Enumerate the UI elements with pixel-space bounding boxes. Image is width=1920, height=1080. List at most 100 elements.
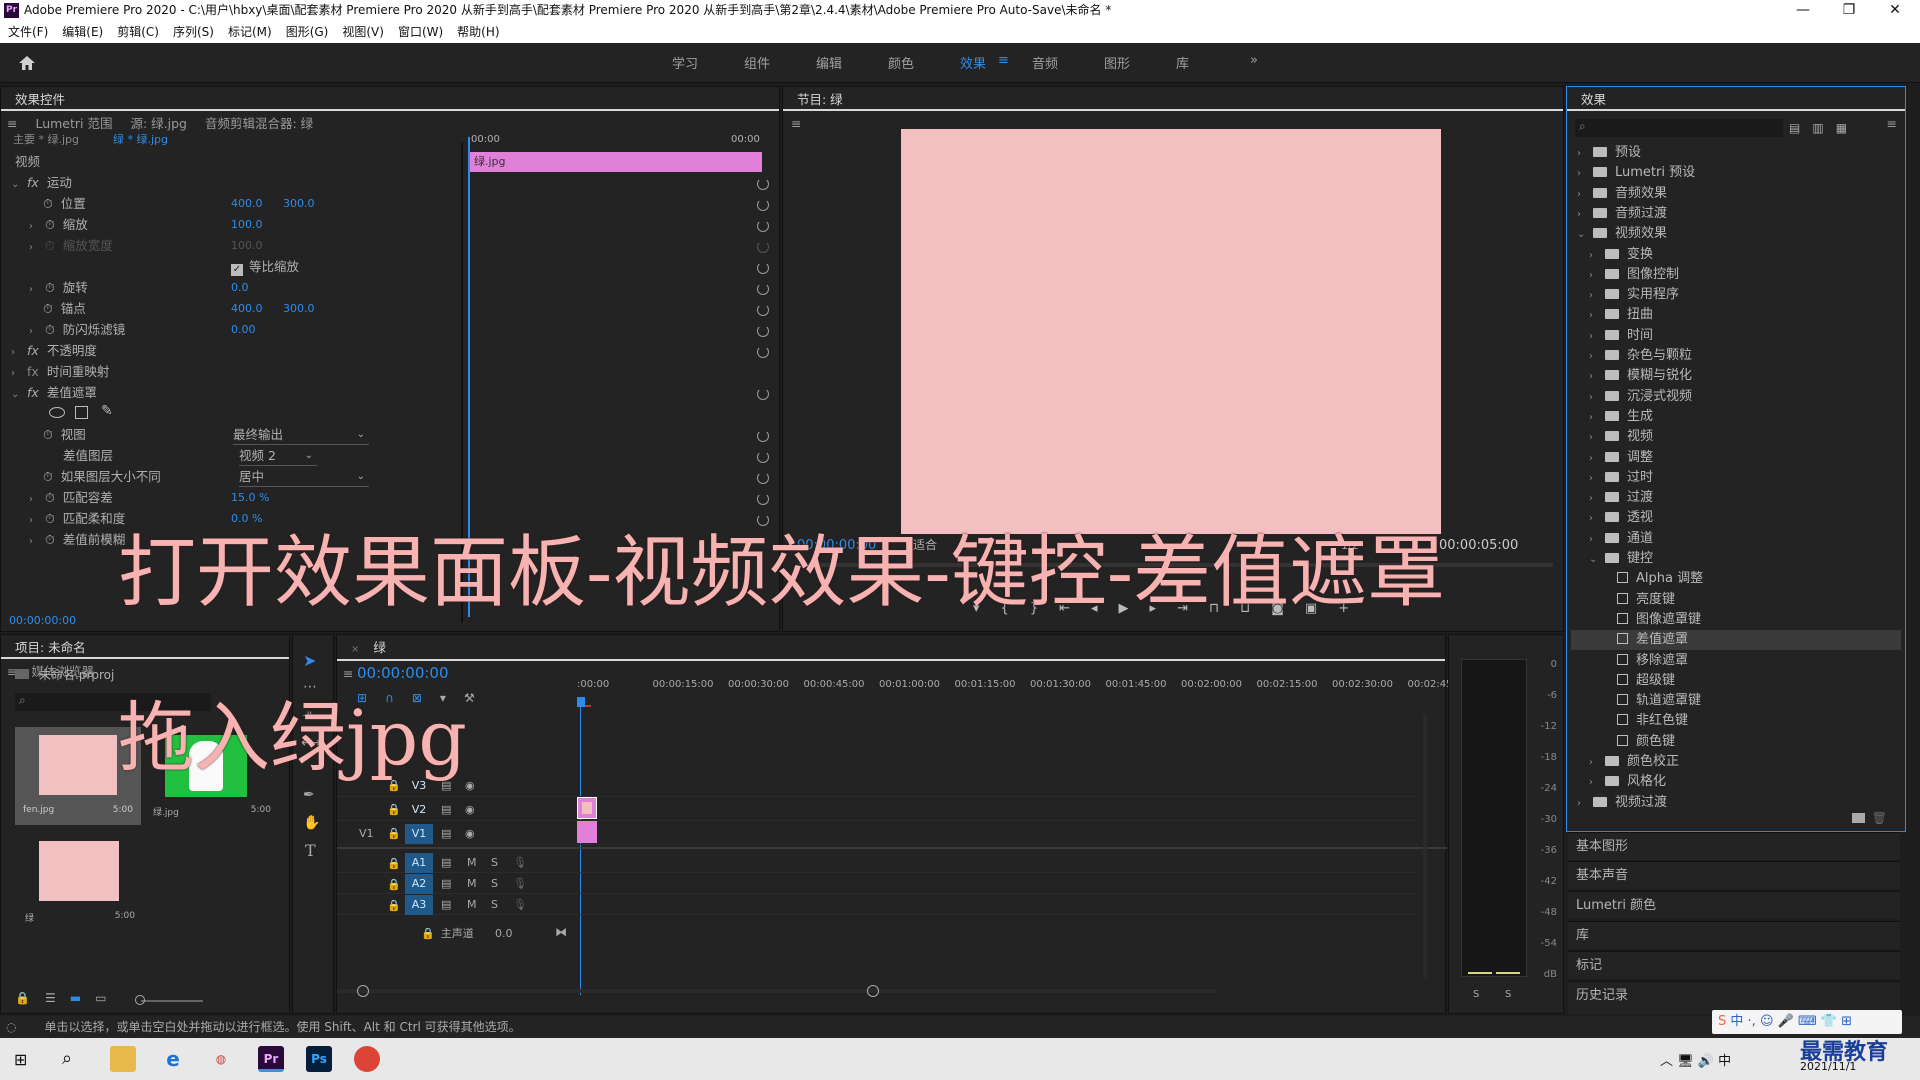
menu-marker[interactable]: 标记(M) — [228, 25, 272, 39]
time-ruler[interactable]: :00:00 00:00:15:00 00:00:30:00 00:00:45:00 0… — [577, 675, 1456, 695]
sync-lock-icon[interactable]: ▤ — [441, 823, 451, 845]
effect-item[interactable]: › 调整 — [1589, 448, 1901, 468]
video-track-row[interactable]: 🔒 V2 ▤ ◉ — [337, 799, 1417, 821]
reset-view-icon[interactable] — [757, 430, 769, 442]
motion-effect-row[interactable]: ⌄ fx 运动 — [11, 172, 72, 193]
eye-icon[interactable]: ◉ — [465, 823, 475, 845]
master-lock-icon[interactable]: 🔒 — [421, 927, 435, 940]
sync-lock-icon[interactable]: ▤ — [441, 799, 451, 821]
effect-item[interactable]: › 透视 — [1589, 508, 1901, 528]
more-workspaces-icon[interactable]: » — [1250, 53, 1258, 68]
chevron-right-icon[interactable]: › — [1589, 469, 1599, 489]
chevron-right-icon[interactable]: › — [1589, 246, 1599, 266]
timeline-h-scrollbar[interactable] — [337, 989, 1217, 993]
effect-item[interactable]: 轨道遮罩键 — [1601, 691, 1901, 711]
track-target-button[interactable]: V1 — [405, 824, 433, 844]
program-menu-icon[interactable]: ≡ — [791, 116, 801, 131]
master-volume[interactable]: 0.0 — [495, 923, 513, 945]
eye-icon[interactable]: ◉ — [465, 799, 475, 821]
chevron-down-icon[interactable]: ⌄ — [1577, 225, 1587, 245]
minimize-button[interactable]: — — [1780, 0, 1826, 21]
view-dropdown[interactable]: 最终输出 ⌄ — [233, 424, 369, 445]
mute-button[interactable]: M — [467, 894, 477, 916]
track-target-button[interactable]: A2 — [405, 874, 433, 894]
project-view-icons[interactable]: ☰▬▭ — [45, 991, 120, 1005]
effect-item[interactable]: 超级键 — [1601, 671, 1901, 691]
effect-item[interactable]: › 沉浸式视频 — [1589, 387, 1901, 407]
reset-difference-layer-icon[interactable] — [757, 451, 769, 463]
menu-clip[interactable]: 剪辑(C) — [117, 25, 159, 39]
difference-layer-dropdown[interactable]: 视频 2 ⌄ — [239, 445, 317, 466]
playhead-handle[interactable] — [577, 697, 585, 707]
close-button[interactable]: ✕ — [1872, 0, 1918, 21]
voiceover-record-icon[interactable]: 🎙 — [513, 852, 527, 874]
reset-anchor-icon[interactable] — [757, 304, 769, 316]
icon-view-icon[interactable]: ▬ — [70, 991, 95, 1005]
pen-mask-icon[interactable]: ✎ — [101, 403, 113, 419]
timeline-v-scrollbar[interactable] — [1423, 715, 1427, 979]
pen-tool-icon[interactable]: ✒ — [303, 787, 315, 803]
ec-clip-bar[interactable]: 绿.jpg — [468, 152, 762, 172]
effect-item[interactable]: › 图像控制 — [1589, 265, 1901, 285]
position-x-value[interactable]: 400.0 — [231, 193, 263, 214]
effects-menu-icon[interactable]: ≡ — [1887, 111, 1897, 137]
close-tab-icon[interactable]: × — [351, 644, 359, 655]
start-icon[interactable]: ⊞ — [14, 1050, 27, 1069]
effect-item[interactable]: › 杂色与颗粒 — [1589, 346, 1901, 366]
markers-panel[interactable]: 标记 — [1568, 951, 1900, 979]
new-bin-icon[interactable] — [1852, 813, 1865, 823]
file-explorer-icon[interactable] — [110, 1046, 136, 1072]
yuv-effects-icon[interactable]: ▦ — [1836, 121, 1859, 135]
freeform-view-icon[interactable]: ▭ — [95, 991, 120, 1005]
workspace-libraries[interactable]: 库 — [1176, 53, 1189, 72]
chevron-right-icon[interactable]: › — [1589, 408, 1599, 428]
track-target-button[interactable]: V2 — [405, 800, 433, 820]
reset-rotation-icon[interactable] — [757, 283, 769, 295]
uniform-scale-row[interactable]: ✓ 等比缩放 — [231, 256, 299, 277]
effect-item[interactable]: › 模糊与锐化 — [1589, 366, 1901, 386]
lumetri-color-panel[interactable]: Lumetri 颜色 — [1568, 891, 1900, 919]
effect-item[interactable]: › 过时 — [1589, 468, 1901, 488]
libraries-panel[interactable]: 库 — [1568, 921, 1900, 949]
chevron-right-icon[interactable]: › — [1577, 205, 1587, 225]
type-tool-icon[interactable]: T — [305, 841, 316, 860]
menu-window[interactable]: 窗口(W) — [398, 25, 443, 39]
settings-wrench-icon[interactable]: ⚒ — [464, 691, 493, 705]
effect-item[interactable]: › 颜色校正 — [1589, 752, 1901, 772]
menu-file[interactable]: 文件(F) — [8, 25, 48, 39]
chevron-right-icon[interactable]: › — [1589, 388, 1599, 408]
audio-track-row[interactable]: 🔒 A3 ▤ M S 🎙 — [337, 895, 1417, 915]
chevron-right-icon[interactable]: › — [1589, 753, 1599, 773]
chevron-right-icon[interactable]: › — [1589, 428, 1599, 448]
edge-icon[interactable]: e — [160, 1046, 186, 1072]
zoom-slider[interactable] — [141, 1000, 203, 1002]
menu-view[interactable]: 视图(V) — [342, 25, 384, 39]
reset-match-tolerance-icon[interactable] — [757, 493, 769, 505]
effect-item[interactable]: › 生成 — [1589, 407, 1901, 427]
workspace-color[interactable]: 颜色 — [888, 53, 914, 72]
effect-item[interactable]: 颜色键 — [1601, 732, 1901, 752]
reset-antiflicker-icon[interactable] — [757, 325, 769, 337]
menu-graphics[interactable]: 图形(G) — [286, 25, 329, 39]
track-lock-icon[interactable]: 🔒 — [387, 823, 401, 845]
premiere-taskbar-icon[interactable]: Pr — [258, 1046, 284, 1072]
effect-item[interactable]: › 时间 — [1589, 326, 1901, 346]
chrome-icon[interactable] — [354, 1046, 380, 1072]
chevron-right-icon[interactable]: › — [1589, 327, 1599, 347]
chevron-down-icon[interactable]: ⌄ — [1589, 550, 1599, 570]
chevron-right-icon[interactable]: › — [1589, 449, 1599, 469]
effect-item[interactable]: › 预设 — [1577, 143, 1901, 163]
chevron-right-icon[interactable]: › — [1577, 144, 1587, 164]
essential-sound-panel[interactable]: 基本声音 — [1568, 861, 1900, 889]
effect-item[interactable]: 差值遮罩 — [1571, 630, 1901, 651]
effect-item[interactable]: › Lumetri 预设 — [1577, 163, 1901, 183]
reset-scale-icon[interactable] — [757, 220, 769, 232]
uniform-scale-checkbox[interactable]: ✓ — [231, 264, 243, 276]
chevron-right-icon[interactable]: › — [1577, 794, 1587, 814]
workspace-effects[interactable]: 效果 — [960, 53, 986, 72]
audio-track-row[interactable]: 🔒 A2 ▤ M S 🎙 — [337, 874, 1417, 894]
reset-difference-matte-icon[interactable] — [757, 388, 769, 400]
effect-item[interactable]: 亮度键 — [1601, 590, 1901, 610]
menu-sequence[interactable]: 序列(S) — [173, 25, 214, 39]
match-tolerance-value[interactable]: 15.0 % — [231, 487, 269, 508]
